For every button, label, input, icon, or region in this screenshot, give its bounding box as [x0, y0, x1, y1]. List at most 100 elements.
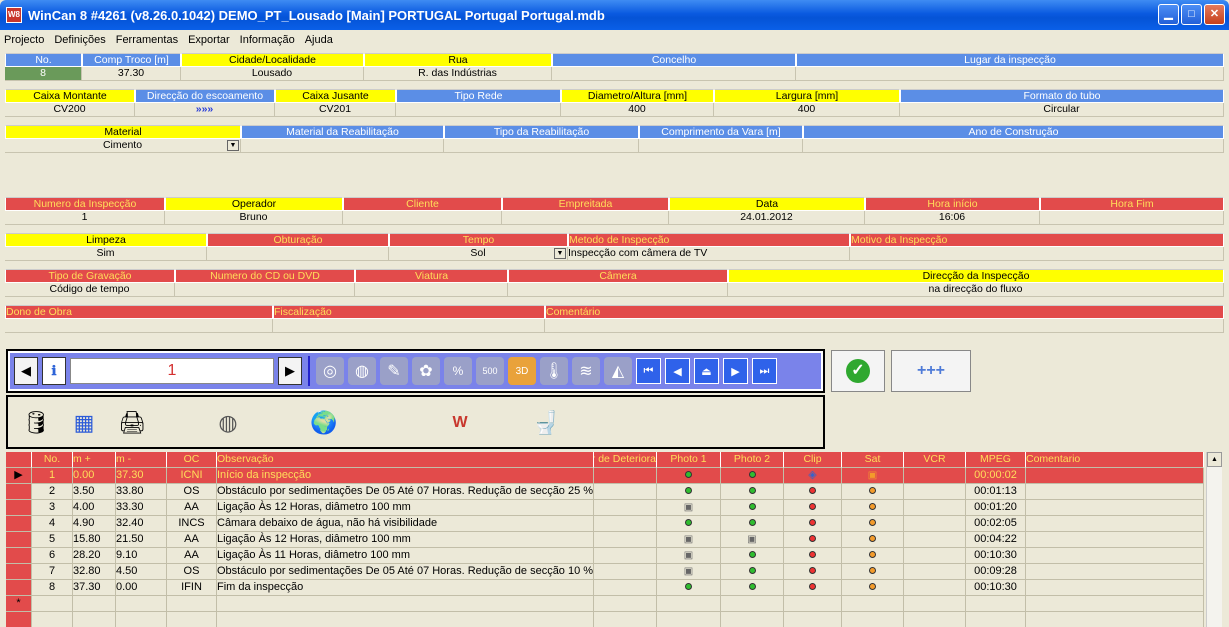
cell-clip[interactable] — [784, 500, 842, 516]
orange-status-icon[interactable] — [869, 503, 876, 510]
cell-p1[interactable]: ▣ — [657, 564, 721, 580]
field-tempo[interactable]: Sol ▼ — [389, 247, 568, 261]
prev-button[interactable]: ◀ — [14, 357, 38, 385]
cell-m-plus[interactable]: 28.20 — [73, 548, 116, 564]
cell-oc[interactable]: AA — [167, 548, 217, 564]
cell-clip[interactable] — [784, 548, 842, 564]
cell-m-minus[interactable]: 32.40 — [116, 516, 167, 532]
col-mpeg[interactable]: MPEG — [966, 452, 1026, 468]
cell-m-minus[interactable]: 33.80 — [116, 484, 167, 500]
table-row[interactable]: 2 3.50 33.80 OS Obstáculo por sedimentações … — [6, 484, 1222, 500]
green-status-icon[interactable] — [748, 583, 756, 590]
cell-sat[interactable] — [842, 484, 904, 500]
cell-comentario[interactable] — [1026, 468, 1204, 484]
camera-photo-icon[interactable]: ▣ — [684, 566, 693, 577]
close-button[interactable]: ✕ — [1204, 4, 1225, 25]
col-clip[interactable]: Clip — [784, 452, 842, 468]
field-numero-cd[interactable] — [175, 283, 355, 297]
flow-direction-icon[interactable]: »»» — [135, 103, 275, 117]
field-no[interactable]: 8 — [5, 67, 82, 81]
confirm-button[interactable]: ✓ — [831, 350, 885, 392]
cell-sat[interactable] — [842, 516, 904, 532]
maximize-button[interactable]: □ — [1181, 4, 1202, 25]
cell-deterioracao[interactable] — [594, 532, 657, 548]
cell-mpeg[interactable]: 00:02:05 — [966, 516, 1026, 532]
cell-observacao[interactable]: Ligação Às 12 Horas, diâmetro 100 mm — [217, 500, 594, 516]
empty-cell[interactable] — [842, 596, 904, 612]
field-formato[interactable]: Circular — [900, 103, 1224, 117]
cell-deterioracao[interactable] — [594, 564, 657, 580]
cell-sat[interactable] — [842, 564, 904, 580]
cell-deterioracao[interactable] — [594, 516, 657, 532]
field-diametro[interactable]: 400 — [561, 103, 714, 117]
field-numero-inspeccao[interactable]: 1 — [5, 211, 165, 225]
col-vcr[interactable]: VCR — [904, 452, 966, 468]
camera-photo-icon[interactable]: ▣ — [747, 534, 756, 545]
cell-no[interactable]: 1 — [32, 468, 73, 484]
field-rua[interactable]: R. das Indústrias — [364, 67, 552, 81]
field-comp-troco[interactable]: 37.30 — [82, 67, 181, 81]
empty-cell[interactable] — [657, 612, 721, 627]
cell-no[interactable]: 3 — [32, 500, 73, 516]
wincan-logo-icon[interactable]: W — [438, 401, 482, 445]
cell-p2[interactable]: ▣ — [721, 532, 784, 548]
stop-icon[interactable]: ⏏ — [694, 358, 719, 384]
empty-cell[interactable] — [6, 612, 32, 627]
cell-sat[interactable] — [842, 548, 904, 564]
field-material-reab[interactable] — [241, 139, 444, 153]
scroll-up-icon[interactable]: ▲ — [1207, 452, 1222, 467]
field-cidade[interactable]: Lousado — [181, 67, 364, 81]
field-camera[interactable] — [508, 283, 728, 297]
green-status-icon[interactable] — [748, 567, 756, 574]
green-status-icon[interactable] — [685, 487, 692, 494]
field-motivo[interactable] — [850, 247, 1224, 261]
cell-p1[interactable]: ▣ — [657, 548, 721, 564]
cell-vcr[interactable] — [904, 484, 966, 500]
cell-deterioracao[interactable] — [594, 500, 657, 516]
cell-p2[interactable] — [721, 580, 784, 596]
field-obturacao[interactable] — [207, 247, 389, 261]
lamp-icon[interactable]: ◭ — [604, 357, 632, 385]
table-row[interactable]: ▶ 1 0.00 37.30 ICNI Início da inspecção ◈ ▣ 00:0… — [6, 468, 1222, 484]
new-table-row[interactable]: * — [6, 596, 1222, 612]
cell-m-plus[interactable]: 4.00 — [73, 500, 116, 516]
cell-m-plus[interactable]: 37.30 — [73, 580, 116, 596]
cell-deterioracao[interactable] — [594, 484, 657, 500]
chevron-down-icon[interactable]: ▼ — [554, 248, 566, 259]
menu-ajuda[interactable]: Ajuda — [305, 34, 333, 46]
first-icon[interactable]: ⏮ — [636, 358, 661, 384]
cell-p1[interactable] — [657, 580, 721, 596]
observation-counter[interactable]: 1 — [70, 358, 274, 384]
cell-mpeg[interactable]: 00:10:30 — [966, 548, 1026, 564]
menu-ferramentas[interactable]: Ferramentas — [116, 34, 178, 46]
field-limpeza[interactable]: Sim — [5, 247, 207, 261]
cell-p2[interactable] — [721, 516, 784, 532]
empty-cell[interactable] — [904, 612, 966, 627]
pipe-section-icon[interactable]: ◍ — [348, 357, 376, 385]
percent-icon[interactable]: % — [444, 357, 472, 385]
field-direccao-inspeccao[interactable]: na direcção do fluxo — [728, 283, 1224, 297]
cell-comentario[interactable] — [1026, 484, 1204, 500]
menu-informacao[interactable]: Informação — [240, 34, 295, 46]
cell-m-plus[interactable]: 0.00 — [73, 468, 116, 484]
empty-cell[interactable] — [904, 596, 966, 612]
cell-comentario[interactable] — [1026, 516, 1204, 532]
cell-mpeg[interactable]: 00:09:28 — [966, 564, 1026, 580]
row-selector[interactable] — [6, 580, 32, 596]
cell-deterioracao[interactable] — [594, 468, 657, 484]
pipe-diameter-icon[interactable]: 500 — [476, 357, 504, 385]
cell-observacao[interactable]: Obstáculo por sedimentações De 05 Até 07… — [217, 484, 594, 500]
report-preview-icon[interactable]: ▦ — [62, 401, 106, 445]
menu-definicoes[interactable]: Definições — [54, 34, 105, 46]
field-concelho[interactable] — [552, 67, 796, 81]
orange-status-icon[interactable] — [869, 551, 876, 558]
orange-status-icon[interactable] — [869, 567, 876, 574]
cell-observacao[interactable]: Ligação Às 11 Horas, diâmetro 100 mm — [217, 548, 594, 564]
red-status-icon[interactable] — [809, 503, 816, 510]
orange-status-icon[interactable] — [869, 535, 876, 542]
green-status-icon[interactable] — [685, 519, 692, 526]
cell-vcr[interactable] — [904, 580, 966, 596]
cell-m-minus[interactable]: 21.50 — [116, 532, 167, 548]
green-status-icon[interactable] — [748, 503, 756, 510]
green-status-icon[interactable] — [748, 519, 756, 526]
